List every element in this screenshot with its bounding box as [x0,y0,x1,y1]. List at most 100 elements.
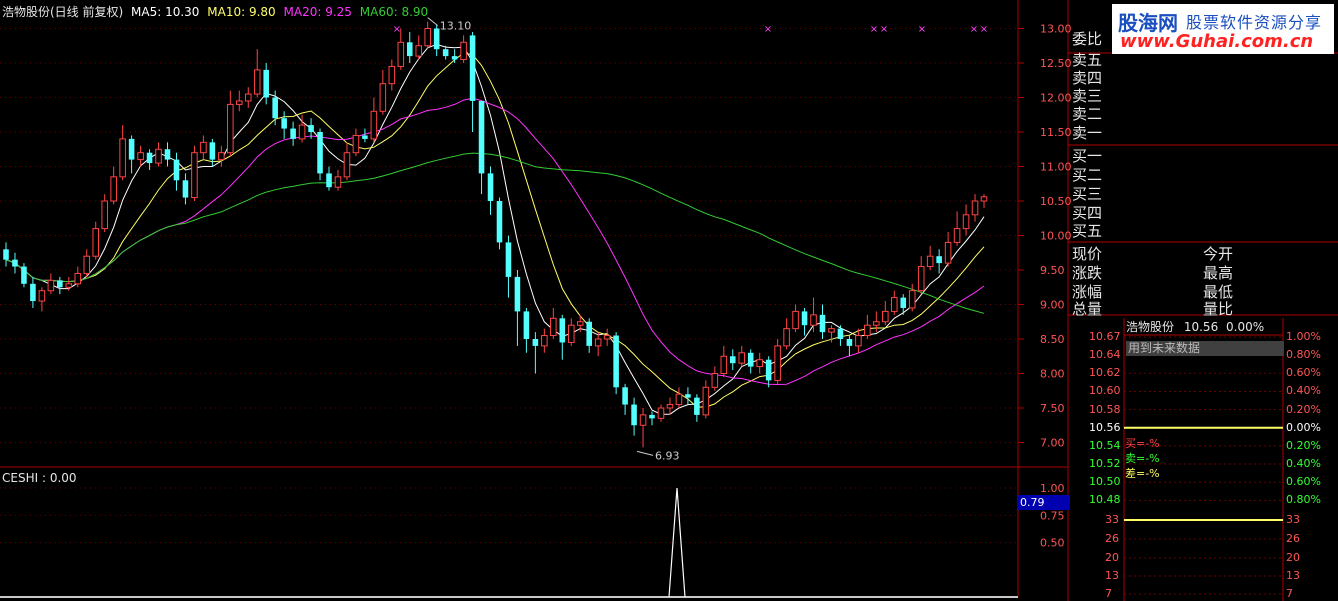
candle-body-down [631,404,637,426]
candle-body-up [980,196,988,202]
price-tick-label: 12.50 [1040,57,1072,70]
candle-body-up [738,352,746,364]
volume-tick-right: 26 [1286,532,1300,545]
kline-chart-area[interactable]: 13.00 12.50 12.00 11.50 11.00 10.50 10.00 9.50 9… [0,0,1338,601]
candle-body-up [962,214,970,230]
candle-body-down [523,311,530,339]
candle-body-up [379,83,387,112]
candle-body-down [729,356,736,364]
signal-marker: × [980,24,988,35]
price-tick-label: 7.50 [1040,402,1065,415]
candle-body-up [244,93,252,102]
minute-pct-tick: 1.00% [1286,330,1321,343]
stat-label-right: 最低 [1203,283,1234,301]
minute-pct-tick: 0.40% [1286,384,1321,398]
candle-body-up [567,324,575,343]
candle-body-up [92,228,100,257]
order-book-row: 卖一 [1072,124,1103,142]
price-tick-label: 12.00 [1040,92,1072,105]
candle-body-down [3,249,9,260]
low-label: 6.93 [655,449,680,462]
price-tick-label: 11.00 [1040,161,1072,174]
candle-body-up [83,255,91,274]
order-book-row: 卖四 [1072,69,1103,87]
minute-pct-tick: 0.00% [1286,420,1321,434]
candle-body-up [917,266,925,292]
candle-body-up [774,345,781,381]
minute-pct-tick: 0.80% [1286,493,1321,507]
candle-body-up [873,321,880,326]
candle-body-up [944,241,952,264]
stock-title: 浩物股份(日线 前复权) [2,5,124,19]
minute-price-tick: 10.58 [1089,402,1121,416]
price-tick-label: 10.00 [1040,230,1072,243]
order-book-row: 卖二 [1072,105,1103,123]
candle-body-up [890,297,898,312]
candle-body-down [846,339,853,346]
volume-tick-right: 20 [1286,551,1300,564]
chart-legend: 浩物股份(日线 前复权) MA5: 10.30 MA10: 9.80 MA20:… [2,3,428,20]
minute-pct-tick: 0.60% [1286,475,1321,489]
candle-body-down [281,118,287,129]
high-label: 13.10 [440,20,472,33]
logo-slogan: 股票软件资源分享 [1186,13,1323,32]
indicator-spike [668,487,686,598]
stat-label-left: 现价 [1072,245,1103,263]
volume-tick-right: 13 [1286,569,1300,582]
volume-tick-left: 13 [1105,569,1119,582]
candle-body-down [685,394,691,398]
candle-body-up [550,317,557,337]
minute-price-tick: 10.54 [1089,438,1121,452]
candle-body-down [433,28,440,50]
candle-body-down [326,173,332,188]
candle-body-up [702,386,710,416]
candle-body-down [505,242,512,277]
candle-body-up [666,404,674,409]
candle-body-up [38,290,46,302]
minute-change: 0.00% [1226,320,1265,334]
candle-body-down [532,339,539,346]
order-book-row: 买五 [1072,222,1103,240]
order-book-row: 买一 [1072,147,1103,165]
buy-ratio: 买=-% [1125,437,1160,450]
candle-body-up [864,324,871,337]
minute-price-tick: 10.62 [1089,366,1121,380]
candle-body-down [514,276,521,312]
candle-body-up [65,283,73,288]
candle-body-down [765,359,772,381]
candle-body-up [218,152,225,161]
candle-body-down [21,266,27,284]
candle-body-down [272,97,278,119]
volume-tick-right: 7 [1286,587,1293,600]
candle-body-down [442,49,449,57]
candle-body-up [971,200,979,216]
candle-body-up [657,407,665,419]
candle-body-up [828,328,835,333]
minute-pct-tick: 0.60% [1286,366,1321,380]
candle-body-up [253,69,261,95]
candle-body-down [263,69,269,98]
indicator-cursor-value: 0.79 [1018,495,1070,510]
candle-body-up [953,228,961,243]
signal-marker: × [918,24,926,35]
candle-body-up [155,148,162,164]
candle-body-up [388,65,396,85]
candle-body-up [908,290,916,309]
candle-body-up [137,152,144,161]
candle-body-down [451,56,458,60]
signal-marker: × [393,24,401,35]
price-tick-label: 13.00 [1040,23,1072,36]
candle-body-down [57,280,63,288]
order-book-row: 卖三 [1072,87,1103,105]
candle-body-down [12,259,18,267]
candle-body-down [622,387,628,405]
order-book-row: 买二 [1072,166,1103,184]
candle-body-down [362,135,368,139]
future-data-notice: 用到未来数据 [1126,341,1284,356]
candle-body-down [801,311,808,326]
candle-body-down [936,256,942,264]
candle-body-up [397,41,405,67]
logo-url: www.Guhai.com.cn [1120,31,1314,52]
minute-price-tick: 10.56 [1089,420,1121,434]
volume-tick-left: 26 [1105,532,1119,545]
